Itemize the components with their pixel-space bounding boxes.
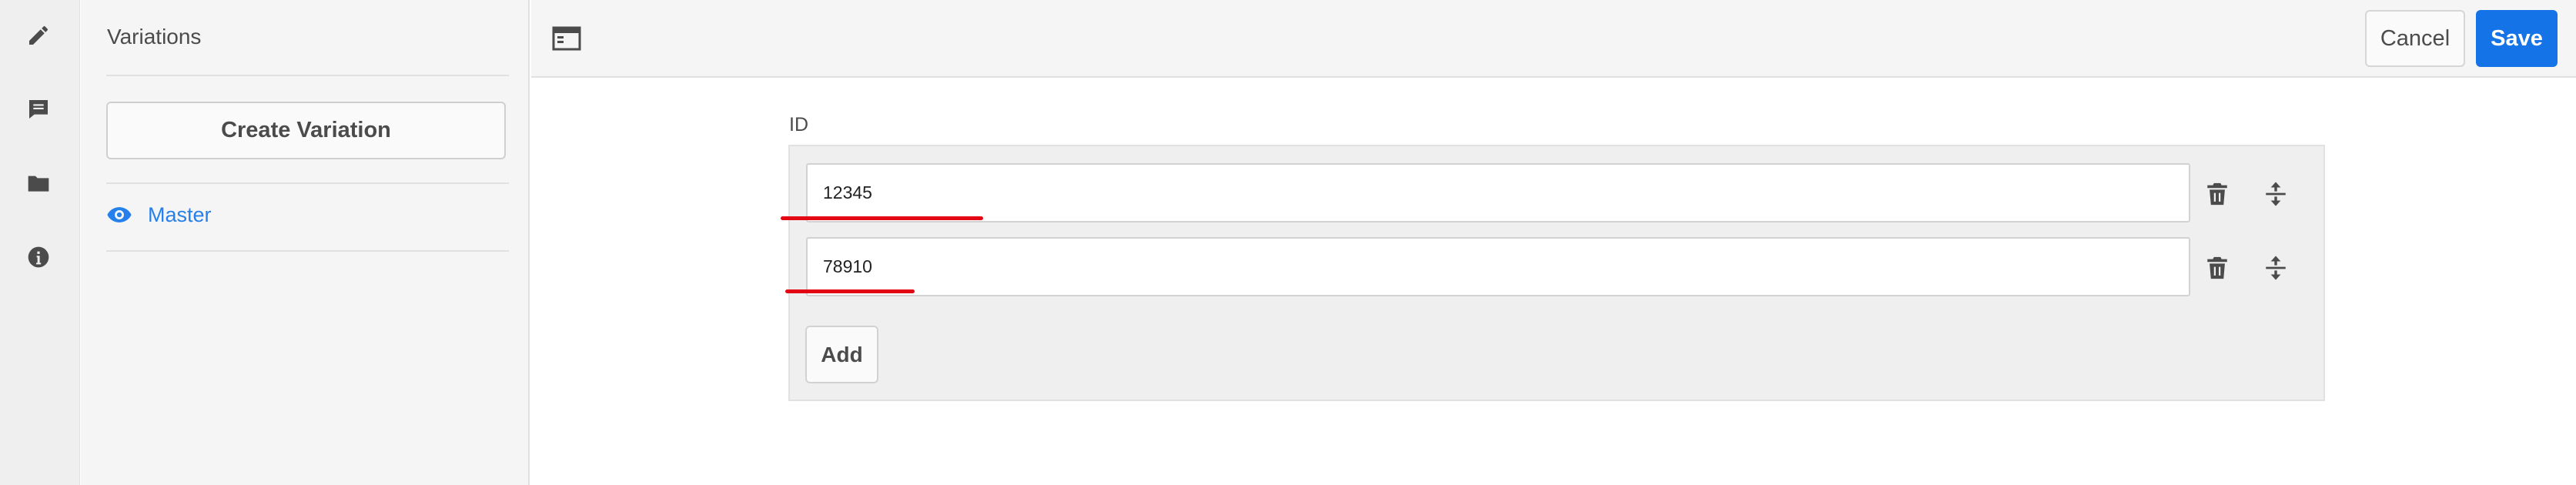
id-input-1[interactable] (806, 163, 2190, 222)
metadata-button[interactable] (17, 236, 60, 279)
id-input-2[interactable] (806, 237, 2190, 296)
variation-item-master[interactable]: Master (106, 202, 212, 228)
divider (106, 250, 509, 252)
drag-handle-icon (2266, 182, 2286, 206)
edit-button[interactable] (17, 14, 60, 57)
folder-icon (28, 176, 49, 192)
annotation-underline (785, 289, 915, 293)
delete-item-2-button[interactable] (2200, 251, 2234, 285)
trash-icon (2207, 256, 2227, 279)
divider (106, 75, 509, 76)
info-icon (28, 246, 49, 268)
left-rail (0, 0, 80, 485)
variations-panel: Variations Create Variation Master (81, 0, 530, 485)
save-button[interactable]: Save (2476, 10, 2558, 67)
pencil-icon (29, 25, 49, 45)
layout-toggle-icon (552, 26, 581, 51)
toggle-side-panel-button[interactable] (550, 22, 584, 55)
trash-icon (2207, 182, 2227, 206)
comment-icon (29, 100, 48, 119)
variation-label: Master (148, 202, 212, 226)
associated-content-button[interactable] (17, 162, 60, 205)
reorder-item-2-handle[interactable] (2259, 251, 2293, 285)
cancel-button[interactable]: Cancel (2365, 10, 2465, 67)
reorder-item-1-handle[interactable] (2259, 177, 2293, 211)
annotations-button[interactable] (17, 88, 60, 131)
toolbar: Cancel Save (531, 0, 2576, 78)
field-label-id: ID (789, 114, 808, 135)
add-item-button[interactable]: Add (805, 326, 878, 383)
divider (106, 182, 509, 184)
delete-item-1-button[interactable] (2200, 177, 2234, 211)
eye-icon (107, 207, 132, 222)
create-variation-button[interactable]: Create Variation (106, 102, 506, 159)
panel-title: Variations (107, 25, 202, 48)
annotation-underline (781, 216, 983, 220)
drag-handle-icon (2266, 256, 2286, 280)
